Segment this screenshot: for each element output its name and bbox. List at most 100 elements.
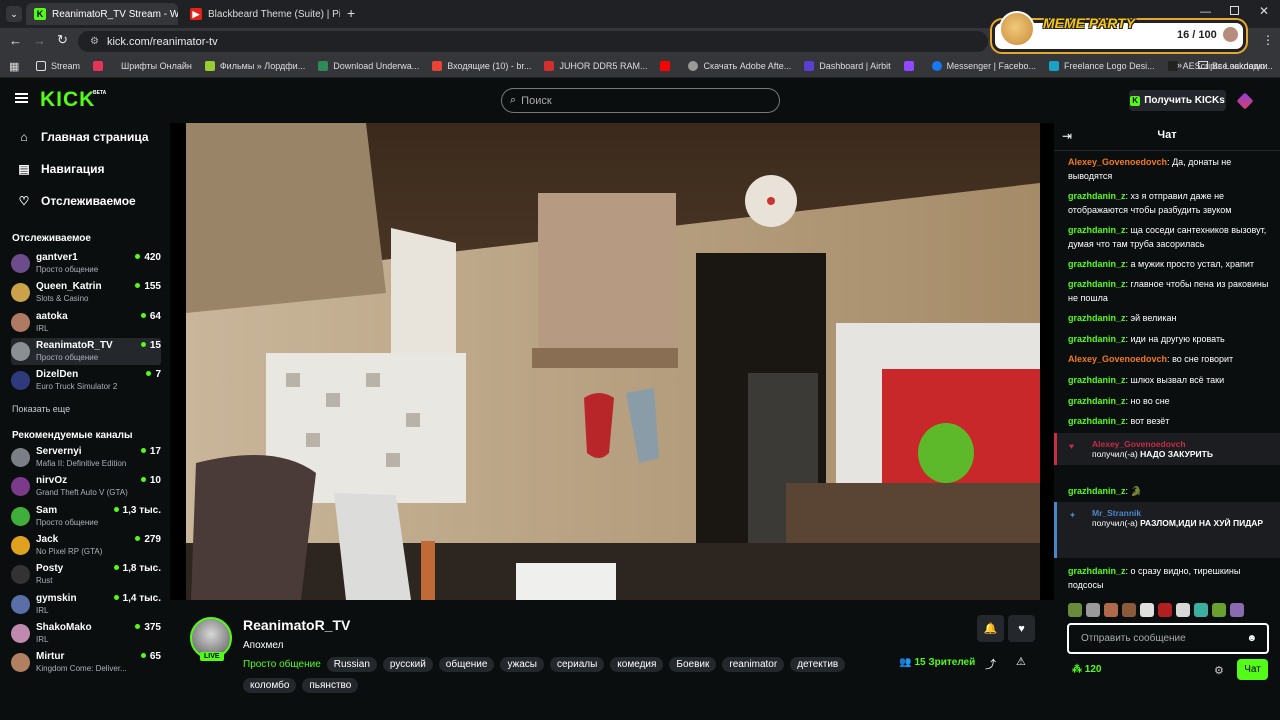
all-bookmarks-link[interactable]: Все закладки <box>1198 61 1268 71</box>
stream-tag[interactable]: пьянство <box>302 678 359 693</box>
back-arrow-icon[interactable]: ← <box>9 33 22 48</box>
bookmark-item[interactable]: Dashboard | Airbit <box>804 61 891 71</box>
browser-menu-icon[interactable]: ⋮ <box>1262 33 1274 47</box>
bookmarks-overflow-icon[interactable]: » <box>1177 60 1182 70</box>
share-icon[interactable]: ⤴ <box>985 656 996 672</box>
sidebar-channel[interactable]: gantver1 Просто общение 420 <box>11 250 161 277</box>
url-field[interactable]: ⚙ kick.com/reanimator-tv <box>78 31 988 52</box>
bookmark-item[interactable]: Шрифты Онлайн <box>121 61 192 71</box>
sidebar-channel[interactable]: Mirtur Kingdom Come: Deliver... 65 <box>11 649 161 676</box>
stream-tag[interactable]: Боевик <box>669 657 717 672</box>
sidebar-channel[interactable]: Servernyi Mafia II: Definitive Edition 17 <box>11 444 161 471</box>
stream-tag[interactable]: русский <box>382 657 433 672</box>
sidebar-channel[interactable]: ReanimatoR_TV Просто общение 15 <box>11 337 161 365</box>
hamburger-menu-icon[interactable] <box>15 93 28 103</box>
bookmark-item[interactable] <box>660 61 675 71</box>
emote-icon[interactable] <box>1212 603 1226 617</box>
following-heading: Отслеживаемое <box>12 233 91 244</box>
show-more-link[interactable]: Показать еще <box>12 404 70 414</box>
report-warning-icon[interactable]: ⚠ <box>1016 655 1026 668</box>
notification-bell-button[interactable]: 🔔 <box>977 615 1004 642</box>
apps-grid-icon[interactable]: ▦ <box>9 60 19 73</box>
stream-tag[interactable]: Russian <box>326 657 377 672</box>
stream-tag[interactable]: сериалы <box>550 657 605 672</box>
video-player[interactable] <box>186 123 1040 600</box>
viewer-count: 10 <box>141 475 161 486</box>
site-info-icon[interactable]: ⚙ <box>90 36 99 47</box>
chat-username[interactable]: Alexey_Govenoedovch <box>1068 354 1167 364</box>
send-chat-button[interactable]: Чат <box>1237 659 1268 680</box>
bookmark-item[interactable]: Freelance Logo Desi... <box>1049 61 1155 71</box>
forward-arrow-icon[interactable]: → <box>33 33 46 48</box>
bookmark-item[interactable]: Скачать Adobe Afte... <box>688 61 791 71</box>
tab-list-button[interactable]: ⌄ <box>6 6 22 22</box>
chat-username[interactable]: grazhdanin_z <box>1068 313 1126 323</box>
window-maximize-icon[interactable] <box>1230 6 1239 15</box>
stream-tag[interactable]: комедия <box>610 657 664 672</box>
bookmark-item[interactable]: JUHOR DDR5 RAM... <box>544 61 647 71</box>
stream-tag[interactable]: общение <box>438 657 495 672</box>
tab-reanimator[interactable]: K ReanimatoR_TV Stream - W 🔊 ✕ <box>26 3 178 25</box>
nav-following[interactable]: ♡ Отслеживаемое <box>16 194 136 208</box>
new-tab-button[interactable]: + <box>347 5 355 21</box>
stream-tag[interactable]: ужасы <box>500 657 544 672</box>
kick-logo[interactable]: KICK <box>40 88 95 112</box>
emote-icon[interactable] <box>1086 603 1100 617</box>
emote-icon[interactable] <box>1122 603 1136 617</box>
bookmark-item[interactable]: Фильмы » Лордфи... <box>204 61 305 71</box>
emote-icon[interactable] <box>1104 603 1118 617</box>
bookmark-item[interactable]: Stream <box>36 61 80 71</box>
emote-icon[interactable] <box>1140 603 1154 617</box>
bookmark-item[interactable]: Download Underwa... <box>318 61 419 71</box>
sidebar-channel[interactable]: Posty Rust 1,8 тыс. <box>11 561 161 588</box>
emote-icon[interactable] <box>1194 603 1208 617</box>
emote-icon[interactable] <box>1176 603 1190 617</box>
nav-home[interactable]: ⌂ Главная страница <box>16 130 148 144</box>
stream-tag[interactable]: детектив <box>790 657 846 672</box>
emote-icon[interactable] <box>1158 603 1172 617</box>
chat-username[interactable]: grazhdanin_z <box>1068 416 1126 426</box>
tab-blackbeard[interactable]: ▶ Blackbeard Theme (Suite) | Pira ✕ <box>182 3 340 25</box>
sidebar-channel[interactable]: ShakoMako IRL 375 <box>11 620 161 647</box>
sidebar-channel[interactable]: DizelDen Euro Truck Simulator 2 7 <box>11 367 161 394</box>
stream-tag[interactable]: коломбо <box>243 678 297 693</box>
kicks-balance[interactable]: ⁂ 120 <box>1072 664 1101 675</box>
chat-username[interactable]: grazhdanin_z <box>1068 375 1126 385</box>
chat-username[interactable]: grazhdanin_z <box>1068 225 1126 235</box>
search-input[interactable]: ⌕ Поиск <box>501 88 780 113</box>
chat-settings-icon[interactable]: ⚙ <box>1214 664 1224 677</box>
sidebar-channel[interactable]: aatoka IRL 64 <box>11 309 161 336</box>
sidebar-channel[interactable]: nirvOz Grand Theft Auto V (GTA) 10 <box>11 473 161 500</box>
bookmark-item[interactable]: Messenger | Facebo... <box>931 61 1036 71</box>
window-minimize-icon[interactable]: — <box>1200 6 1211 18</box>
chat-username[interactable]: Alexey_Govenoedovch <box>1068 157 1167 167</box>
bookmark-item[interactable]: Входящие (10) - br... <box>432 61 531 71</box>
chat-username[interactable]: grazhdanin_z <box>1068 396 1126 406</box>
follow-heart-button[interactable]: ♥ <box>1008 615 1035 642</box>
chat-message-input[interactable]: Отправить сообщение ☻ <box>1067 623 1269 654</box>
chat-message: grazhdanin_z: иди на другую кровать <box>1068 334 1225 344</box>
emote-icon[interactable] <box>1068 603 1082 617</box>
category-link[interactable]: Просто общение <box>243 659 321 670</box>
bookmark-item[interactable] <box>93 61 108 71</box>
sidebar-channel[interactable]: gymskin IRL 1,4 тыс. <box>11 591 161 618</box>
emoji-icon[interactable]: ☻ <box>1246 633 1257 644</box>
nav-browse[interactable]: ▤ Навигация <box>16 162 104 176</box>
chat-username[interactable]: grazhdanin_z <box>1068 334 1126 344</box>
window-close-icon[interactable]: ✕ <box>1259 4 1269 18</box>
chat-message: grazhdanin_z: хз я отправил даже не отоб… <box>1068 191 1232 215</box>
viewer-count: 64 <box>141 311 161 322</box>
channel-name: Jack <box>36 533 59 545</box>
reload-icon[interactable]: ↻ <box>57 32 68 48</box>
sidebar-channel[interactable]: Jack No Pixel RP (GTA) 279 <box>11 532 161 559</box>
bookmark-item[interactable] <box>903 61 919 71</box>
emote-icon[interactable] <box>1230 603 1244 617</box>
chat-username[interactable]: grazhdanin_z <box>1068 279 1126 289</box>
sidebar-channel[interactable]: Queen_Katrin Slots & Casino 155 <box>11 279 161 306</box>
get-kicks-button[interactable]: K Получить KICKs <box>1129 90 1226 111</box>
channel-name[interactable]: ReanimatoR_TV <box>243 617 350 633</box>
stream-tag[interactable]: reanimator <box>722 657 785 672</box>
chat-username[interactable]: grazhdanin_z <box>1068 191 1126 201</box>
sidebar-channel[interactable]: Sam Просто общение 1,3 тыс. <box>11 503 161 530</box>
chat-username[interactable]: grazhdanin_z <box>1068 259 1126 269</box>
